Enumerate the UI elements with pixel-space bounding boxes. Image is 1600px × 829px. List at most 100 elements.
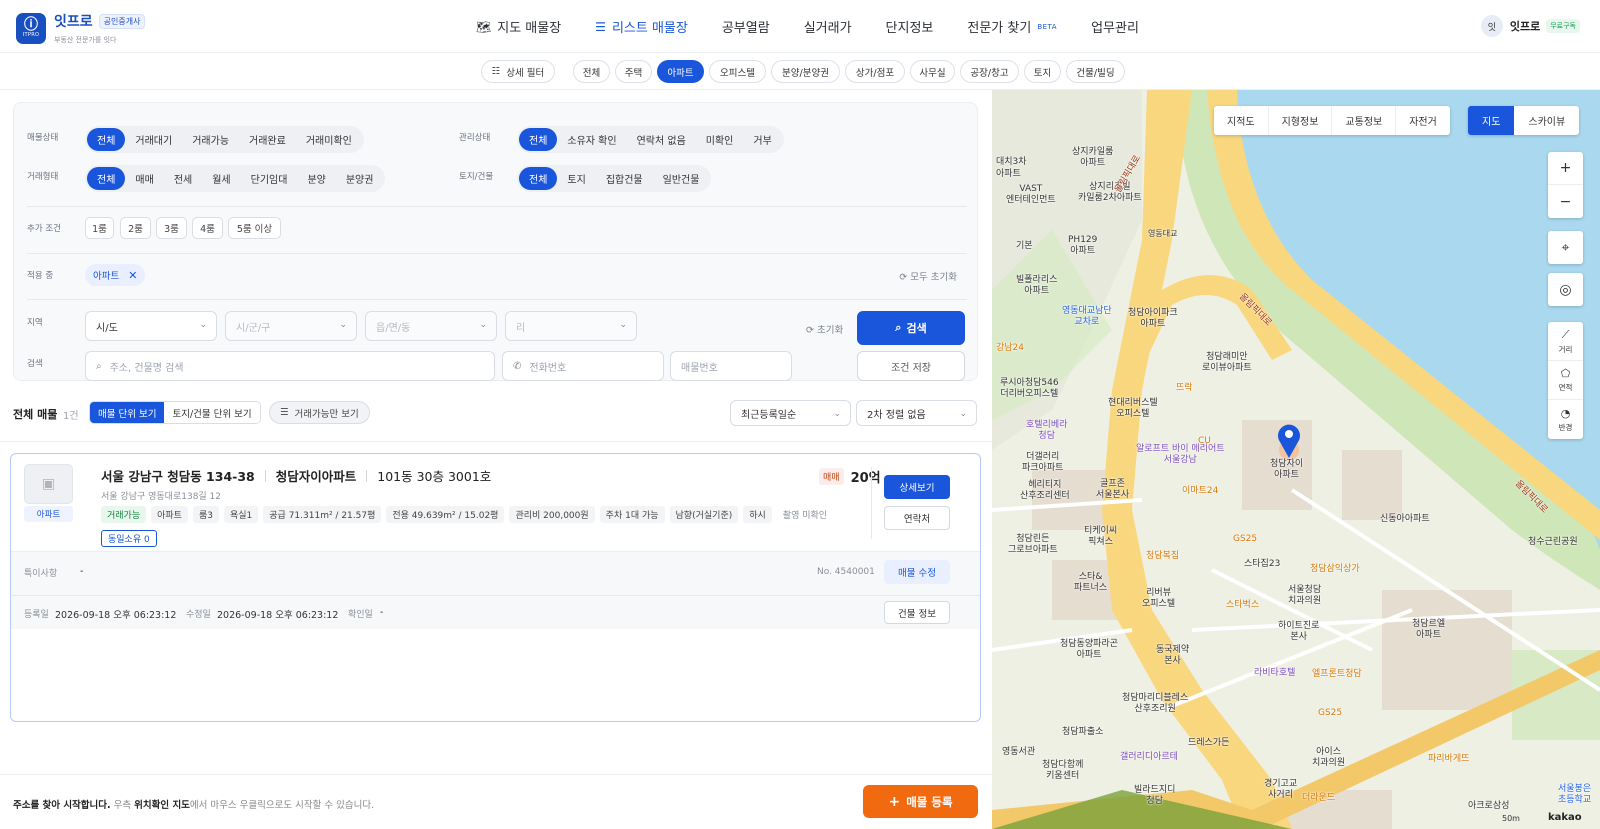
category-presale[interactable]: 분양/분양권 xyxy=(771,60,840,83)
land-collective[interactable]: 집합건물 xyxy=(596,167,653,190)
deal-monthly[interactable]: 월세 xyxy=(202,167,240,190)
view-unit-button[interactable]: 매물 단위 보기 xyxy=(90,402,165,423)
category-house[interactable]: 주택 xyxy=(615,60,652,83)
manage-unchecked[interactable]: 미확인 xyxy=(696,128,744,151)
phone-input[interactable]: ✆ 전화번호 xyxy=(502,351,664,381)
layer-cadastral[interactable]: 지적도 xyxy=(1214,106,1269,135)
category-all[interactable]: 전체 xyxy=(573,60,610,83)
listing-card[interactable]: ▣ 아파트 서울 강남구 청담동 134-38 청담자이아파트 101동 30층… xyxy=(10,453,981,722)
address-search-input[interactable]: ⌕ 주소, 건물명 검색 xyxy=(85,351,495,381)
manage-owner-checked[interactable]: 소유자 확인 xyxy=(557,128,626,151)
zoom-out-button[interactable]: − xyxy=(1548,185,1583,218)
mode-skyview[interactable]: 스카이뷰 xyxy=(1514,106,1579,135)
deal-presale[interactable]: 분양 xyxy=(297,167,335,190)
room-4[interactable]: 4룸 xyxy=(192,217,223,239)
detail-filter-button[interactable]: ☷ 상세 필터 xyxy=(481,60,555,83)
register-listing-button[interactable]: + 매물 등록 xyxy=(863,785,978,818)
divider xyxy=(0,441,992,442)
manage-refused[interactable]: 거부 xyxy=(743,128,781,151)
room-1[interactable]: 1룸 xyxy=(85,217,114,239)
map-label: 티케이씨 픽쳐스 xyxy=(1084,526,1118,547)
status-all[interactable]: 전체 xyxy=(87,128,126,151)
room-2[interactable]: 2룸 xyxy=(120,217,151,239)
chevron-down-icon: ⌄ xyxy=(199,320,207,330)
category-office[interactable]: 사무실 xyxy=(910,60,955,83)
category-land[interactable]: 토지 xyxy=(1024,60,1061,83)
land-land[interactable]: 토지 xyxy=(557,167,595,190)
category-store[interactable]: 상가/점포 xyxy=(845,60,905,83)
search-button[interactable]: ⌕ 검색 xyxy=(857,311,965,345)
deal-short-term[interactable]: 단기임대 xyxy=(241,167,298,190)
view-building-button[interactable]: 토지/건물 단위 보기 xyxy=(164,402,260,423)
land-label: 토지/건물 xyxy=(459,172,494,182)
category-factory[interactable]: 공장/창고 xyxy=(960,60,1019,83)
layer-bicycle[interactable]: 자전거 xyxy=(1396,106,1450,135)
nav-work-manage[interactable]: 업무관리 xyxy=(1091,17,1139,36)
map-view[interactable]: 상지카일룸 아파트 VAST 엔터테인먼트 상지리츠빌 카일룸2차아파트 영동대… xyxy=(992,90,1600,829)
nav-registry[interactable]: 공부열람 xyxy=(722,17,770,36)
divider xyxy=(27,299,967,300)
available-only-button[interactable]: ☰ 거래가능만 보기 xyxy=(269,401,370,424)
mode-map[interactable]: 지도 xyxy=(1468,106,1515,135)
deal-sale[interactable]: 매매 xyxy=(125,167,163,190)
ri-select[interactable]: 리 ⌄ xyxy=(505,311,637,341)
distance-button[interactable]: ⟋ 거리 xyxy=(1548,322,1583,361)
edit-listing-button[interactable]: 매물 수정 xyxy=(884,560,950,584)
status-available[interactable]: 거래가능 xyxy=(182,128,239,151)
status-done[interactable]: 거래완료 xyxy=(239,128,296,151)
detail-button[interactable]: 상세보기 xyxy=(884,475,950,499)
listing-number: No. 4540001 xyxy=(817,567,875,577)
secondary-sort-select[interactable]: 2차 정렬 없음 ⌄ xyxy=(856,400,977,426)
reset-all-button[interactable]: ⟳ 모두 초기화 xyxy=(899,269,957,283)
land-all[interactable]: 전체 xyxy=(519,167,558,190)
status-waiting[interactable]: 거래대기 xyxy=(125,128,182,151)
dong-select[interactable]: 읍/면/동 ⌄ xyxy=(365,311,497,341)
zoom-in-button[interactable]: + xyxy=(1548,152,1583,185)
category-building[interactable]: 건물/빌딩 xyxy=(1066,60,1125,83)
layer-terrain[interactable]: 지형정보 xyxy=(1269,106,1333,135)
list-icon: ☰ xyxy=(595,19,606,34)
contact-button[interactable]: 연락처 xyxy=(884,506,950,530)
deal-presale-right[interactable]: 분양권 xyxy=(336,167,384,190)
sido-select[interactable]: 시/도 ⌄ xyxy=(85,311,217,341)
map-label: 청수근린공원 xyxy=(1528,537,1578,547)
land-segment: 전체 토지 집합건물 일반건물 xyxy=(517,165,712,192)
land-general[interactable]: 일반건물 xyxy=(653,167,710,190)
building-info-button[interactable]: 건물 정보 xyxy=(884,601,950,624)
radius-button[interactable]: ◔ 반경 xyxy=(1548,400,1583,439)
category-officetel[interactable]: 오피스텔 xyxy=(709,60,766,83)
user-menu[interactable]: 잇 잇프로 무료구독 xyxy=(1480,15,1580,37)
deal-all[interactable]: 전체 xyxy=(87,167,126,190)
map-label: 영동대교남단 교차로 xyxy=(1062,306,1112,327)
save-condition-button[interactable]: 조건 저장 xyxy=(857,351,965,381)
deal-label: 거래형태 xyxy=(27,172,59,182)
sigungu-select[interactable]: 시/군/구 ⌄ xyxy=(225,311,357,341)
region-reset-button[interactable]: ⟳ 초기화 xyxy=(806,322,843,336)
manage-no-contact[interactable]: 연락처 없음 xyxy=(627,128,696,151)
nav-map-listings[interactable]: 🗺 지도 매물장 xyxy=(476,17,561,37)
same-owner-badge[interactable]: 동일소유 0 xyxy=(101,530,157,547)
sort-select[interactable]: 최근등록일순 ⌄ xyxy=(730,400,851,426)
layer-traffic[interactable]: 교통정보 xyxy=(1332,106,1397,135)
deal-jeonse[interactable]: 전세 xyxy=(164,167,202,190)
nav-complex-info[interactable]: 단지정보 xyxy=(886,17,934,36)
nav-real-price[interactable]: 실거래가 xyxy=(804,17,852,36)
room-5plus[interactable]: 5룸 이상 xyxy=(228,217,281,239)
listing-number-input[interactable]: 매물번호 xyxy=(670,351,792,381)
category-apartment[interactable]: 아파트 xyxy=(657,60,704,83)
room-3[interactable]: 3룸 xyxy=(156,217,187,239)
nav-list-listings[interactable]: ☰ 리스트 매물장 xyxy=(595,17,688,37)
listing-tag: 관리비 200,000원 xyxy=(509,506,595,523)
map-label: 리버뷰 오피스텔 xyxy=(1142,588,1176,609)
area-button[interactable]: ⬠ 면적 xyxy=(1548,361,1583,400)
close-icon[interactable]: ✕ xyxy=(128,269,137,282)
brand[interactable]: ⓘ ITPRO 잇프로 공인중개사 부동산 전문가를 잇다 xyxy=(16,11,146,45)
polygon-icon: ⬠ xyxy=(1560,367,1571,380)
crosshair-icon[interactable]: ⌖ xyxy=(1548,231,1583,264)
nav-find-expert[interactable]: 전문가 찾기 BETA xyxy=(967,17,1057,36)
status-unconfirmed[interactable]: 거래미확인 xyxy=(296,128,362,151)
map-label: 신동아아파트 xyxy=(1380,514,1430,524)
location-pin-icon[interactable]: ◎ xyxy=(1548,273,1583,306)
manage-all[interactable]: 전체 xyxy=(519,128,558,151)
map-label: GS25 xyxy=(1318,708,1343,718)
